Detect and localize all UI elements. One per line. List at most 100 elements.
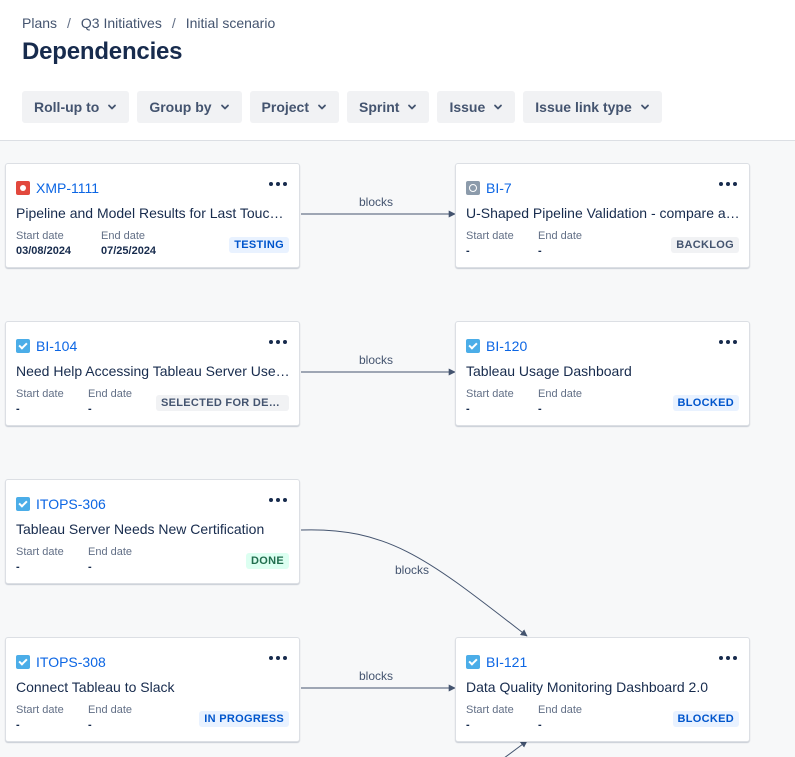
breadcrumb-separator: /	[67, 15, 71, 31]
task-icon	[466, 339, 480, 353]
issue-dropdown[interactable]: Issue	[437, 91, 516, 123]
end-date: End date 07/25/2024	[101, 230, 156, 257]
issue-key[interactable]: BI-104	[36, 338, 77, 354]
more-actions-icon[interactable]	[269, 182, 287, 186]
issue-summary: Tableau Server Needs New Certification	[16, 521, 265, 537]
start-date-label: Start date	[466, 388, 514, 400]
issue-card[interactable]: BI-7 U-Shaped Pipeline Validation - comp…	[455, 163, 750, 268]
issue-card[interactable]: BI-121 Data Quality Monitoring Dashboard…	[455, 637, 750, 742]
end-date-value: 07/25/2024	[101, 245, 157, 257]
filter-label: Project	[261, 99, 310, 115]
issue-key-row: ITOPS-308	[16, 654, 106, 670]
chevron-down-icon	[494, 104, 503, 110]
issue-key[interactable]: BI-7	[486, 180, 512, 196]
start-date-value: -	[16, 719, 20, 731]
dependency-link-line[interactable]	[500, 740, 528, 757]
status-badge: BACKLOG	[671, 237, 739, 253]
status-badge: BLOCKED	[672, 711, 739, 727]
filter-bar: Roll-up to Group by Project Sprint Issue…	[22, 91, 662, 123]
issue-summary: Connect Tableau to Slack	[16, 679, 175, 695]
more-actions-icon[interactable]	[719, 340, 737, 344]
breadcrumb-scenario[interactable]: Initial scenario	[186, 15, 276, 31]
end-date-label: End date	[101, 230, 146, 242]
chevron-down-icon	[640, 104, 649, 110]
end-date-value: -	[538, 403, 542, 415]
issue-link-type-dropdown[interactable]: Issue link type	[523, 91, 662, 123]
start-date: Start date 03/08/2024	[16, 230, 71, 257]
start-date: Start date -	[16, 546, 64, 573]
dependency-canvas[interactable]: blocks blocks blocks blocks XMP-1111 Pip…	[0, 140, 795, 757]
issue-summary: U-Shaped Pipeline Validation - compare a…	[466, 205, 741, 221]
start-date-value: -	[16, 403, 20, 415]
start-date: Start date -	[466, 704, 514, 731]
issue-key-row: BI-7	[466, 180, 512, 196]
issue-summary: Need Help Accessing Tableau Server Users…	[16, 363, 291, 379]
page-title: Dependencies	[22, 38, 183, 65]
end-date: End date -	[88, 546, 132, 573]
status-badge: SELECTED FOR DEVELOPMENT	[156, 395, 289, 411]
more-actions-icon[interactable]	[719, 182, 737, 186]
project-dropdown[interactable]: Project	[249, 91, 340, 123]
task-icon	[16, 339, 30, 353]
start-date-label: Start date	[16, 388, 64, 400]
end-date: End date -	[538, 704, 582, 731]
end-date-label: End date	[538, 388, 583, 400]
issue-key-row: ITOPS-306	[16, 496, 106, 512]
issue-card[interactable]: XMP-1111 Pipeline and Model Results for …	[5, 163, 300, 268]
task-icon	[16, 497, 30, 511]
status-badge: BLOCKED	[672, 395, 739, 411]
end-date-label: End date	[88, 388, 133, 400]
start-date-value: 03/08/2024	[16, 245, 72, 257]
chevron-down-icon	[318, 104, 326, 110]
start-date: Start date -	[466, 230, 514, 257]
more-actions-icon[interactable]	[269, 656, 287, 660]
link-label-blocks: blocks	[359, 195, 394, 209]
group-by-dropdown[interactable]: Group by	[137, 91, 242, 123]
dependency-link-line[interactable]	[300, 529, 528, 637]
issue-key[interactable]: ITOPS-308	[36, 654, 106, 670]
issue-key[interactable]: XMP-1111	[36, 180, 99, 196]
issue-card[interactable]: ITOPS-308 Connect Tableau to Slack Start…	[5, 637, 300, 742]
task-icon	[16, 655, 30, 669]
end-date-label: End date	[88, 546, 133, 558]
roll-up-to-dropdown[interactable]: Roll-up to	[22, 91, 130, 123]
issue-key[interactable]: BI-120	[486, 338, 527, 354]
subtask-icon	[466, 181, 480, 195]
end-date: End date -	[88, 388, 132, 415]
issue-key[interactable]: ITOPS-306	[36, 496, 106, 512]
issue-summary: Tableau Usage Dashboard	[466, 363, 632, 379]
chevron-down-icon	[220, 104, 229, 110]
start-date-label: Start date	[16, 230, 64, 242]
filter-label: Issue	[449, 99, 486, 115]
issue-summary: Pipeline and Model Results for Last Touc…	[16, 205, 291, 221]
more-actions-icon[interactable]	[269, 340, 287, 344]
breadcrumb: Plans / Q3 Initiatives / Initial scenari…	[22, 15, 275, 31]
status-badge: IN PROGRESS	[199, 711, 289, 727]
sprint-dropdown[interactable]: Sprint	[347, 91, 430, 123]
breadcrumb-plan[interactable]: Q3 Initiatives	[81, 15, 162, 31]
page-header: Plans / Q3 Initiatives / Initial scenari…	[0, 0, 795, 140]
start-date-label: Start date	[466, 704, 514, 716]
start-date-label: Start date	[466, 230, 514, 242]
link-label-blocks: blocks	[395, 563, 430, 577]
issue-key[interactable]: BI-121	[486, 654, 527, 670]
chevron-down-icon	[408, 104, 417, 110]
start-date-value: -	[16, 561, 20, 573]
issue-card[interactable]: ITOPS-306 Tableau Server Needs New Certi…	[5, 479, 300, 584]
filter-label: Roll-up to	[34, 99, 100, 115]
breadcrumb-plans[interactable]: Plans	[22, 15, 57, 31]
task-icon	[466, 655, 480, 669]
issue-card[interactable]: BI-104 Need Help Accessing Tableau Serve…	[5, 321, 300, 426]
more-actions-icon[interactable]	[269, 498, 287, 502]
end-date-value: -	[88, 403, 92, 415]
more-actions-icon[interactable]	[719, 656, 737, 660]
start-date-label: Start date	[16, 704, 64, 716]
issue-card[interactable]: BI-120 Tableau Usage Dashboard Start dat…	[455, 321, 750, 426]
start-date-value: -	[466, 403, 470, 415]
issue-key-row: BI-104	[16, 338, 77, 354]
start-date: Start date -	[16, 388, 64, 415]
bug-icon	[16, 181, 30, 195]
status-badge: DONE	[246, 553, 289, 569]
start-date-value: -	[466, 719, 470, 731]
end-date-value: -	[88, 719, 92, 731]
